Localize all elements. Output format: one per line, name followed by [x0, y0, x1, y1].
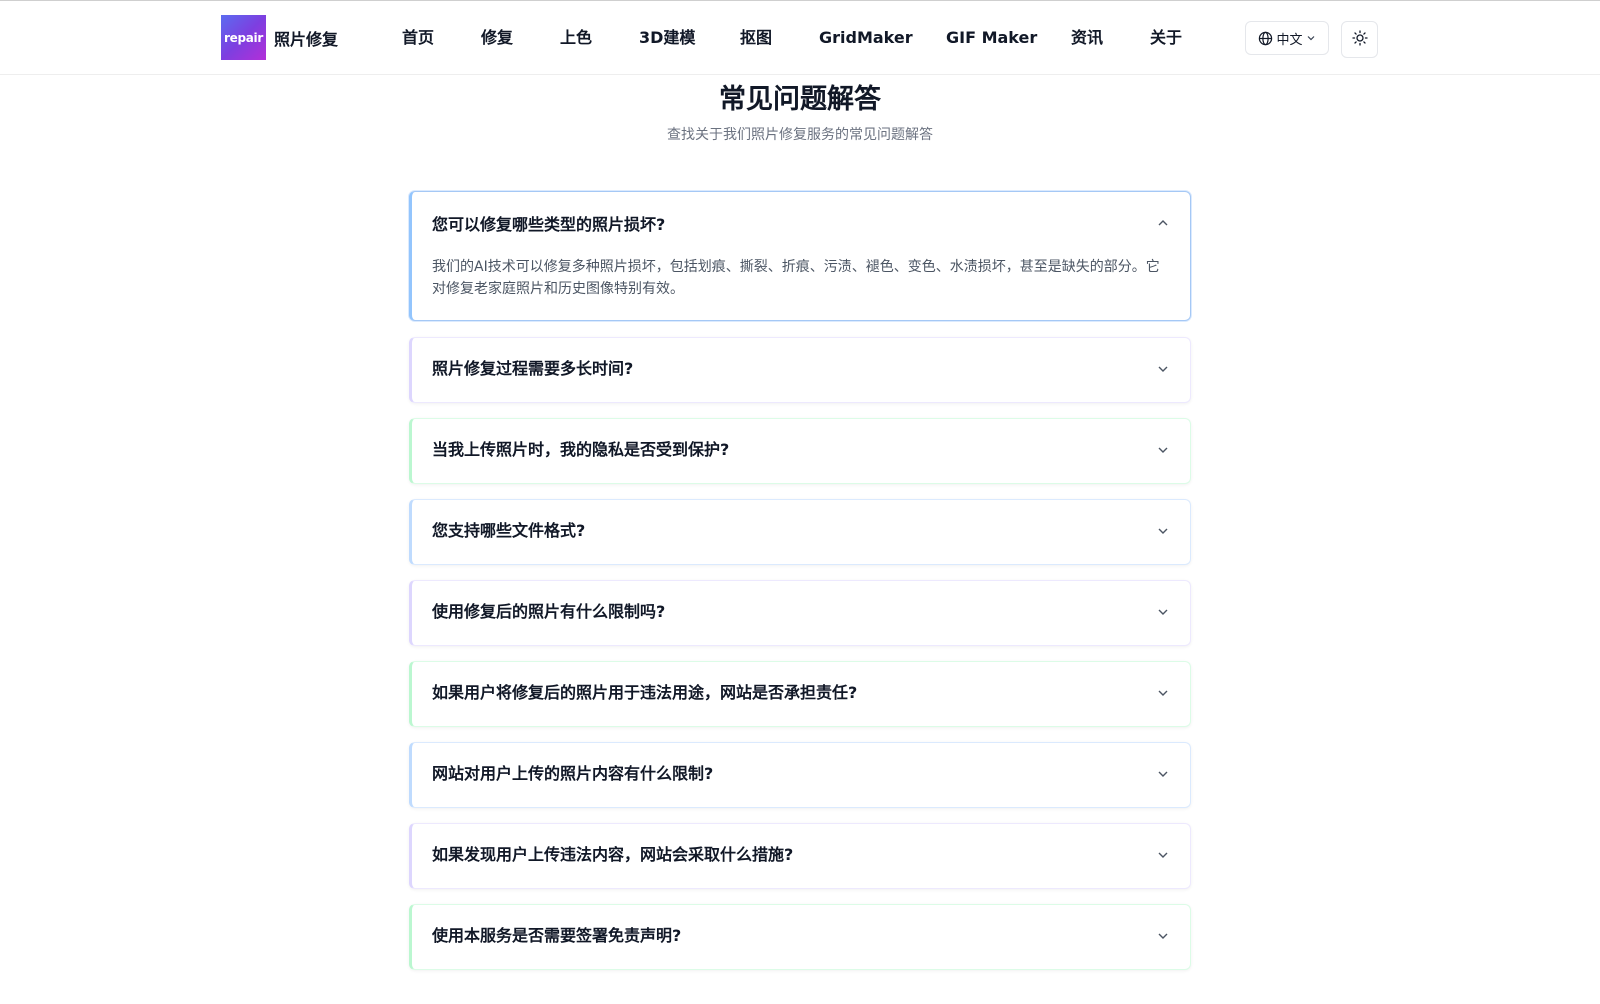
theme-toggle-button[interactable] — [1341, 21, 1378, 58]
chevron-down-icon — [1306, 33, 1316, 43]
faq-title: 常见问题解答 — [719, 84, 881, 115]
chevron-down-icon — [1158, 771, 1168, 777]
faq-subtitle: 查找关于我们照片修复服务的常见问题解答 — [667, 127, 933, 143]
nav-3d-modeling[interactable]: 3D建模 — [639, 26, 695, 50]
faq-item[interactable]: 您支持哪些文件格式? — [409, 499, 1191, 565]
faq-item[interactable]: 使用本服务是否需要签署免责声明? — [409, 904, 1191, 970]
chevron-down-icon — [1158, 933, 1168, 939]
chevron-down-icon — [1158, 690, 1168, 696]
nav-colorize[interactable]: 上色 — [560, 26, 592, 50]
chevron-down-icon — [1158, 528, 1168, 534]
chevron-down-icon — [1158, 609, 1168, 615]
nav-gridmaker[interactable]: GridMaker — [819, 26, 913, 50]
language-selector[interactable]: 中文 — [1245, 21, 1329, 55]
faq-answer: 我们的AI技术可以修复多种照片损坏，包括划痕、撕裂、折痕、污渍、褪色、变色、水渍… — [432, 259, 1160, 297]
faq-question: 如果发现用户上传违法内容，网站会采取什么措施? — [432, 845, 794, 864]
faq-question: 您可以修复哪些类型的照片损坏? — [432, 215, 666, 234]
sun-icon — [1351, 29, 1368, 50]
faq-question: 网站对用户上传的照片内容有什么限制? — [432, 764, 714, 783]
nav-news[interactable]: 资讯 — [1071, 26, 1103, 50]
faq-item[interactable]: 使用修复后的照片有什么限制吗? — [409, 580, 1191, 646]
faq-item[interactable]: 如果用户将修复后的照片用于违法用途，网站是否承担责任? — [409, 661, 1191, 727]
nav-gif-maker[interactable]: GIF Maker — [946, 26, 1037, 50]
faq-question: 照片修复过程需要多长时间? — [432, 359, 634, 378]
language-label: 中文 — [1276, 32, 1303, 48]
nav-home[interactable]: 首页 — [402, 26, 434, 50]
faq-item[interactable]: 您可以修复哪些类型的照片损坏? 我们的AI技术可以修复多种照片损坏，包括划痕、撕… — [409, 191, 1191, 321]
faq-question: 使用本服务是否需要签署免责声明? — [432, 926, 682, 945]
faq-question: 使用修复后的照片有什么限制吗? — [432, 602, 666, 621]
chevron-down-icon — [1158, 447, 1168, 453]
faq-item[interactable]: 如果发现用户上传违法内容，网站会采取什么措施? — [409, 823, 1191, 889]
chevron-up-icon — [1158, 220, 1168, 226]
faq-question: 您支持哪些文件格式? — [432, 521, 586, 540]
faq-question: 当我上传照片时，我的隐私是否受到保护? — [432, 440, 730, 459]
faq-question: 如果用户将修复后的照片用于违法用途，网站是否承担责任? — [432, 683, 858, 702]
nav-cutout[interactable]: 抠图 — [740, 26, 772, 50]
chevron-down-icon — [1158, 366, 1168, 372]
top-navbar: repair 照片修复 首页 修复 上色 3D建模 抠图 GridMaker G… — [0, 1, 1600, 75]
nav-repair[interactable]: 修复 — [481, 26, 513, 50]
brand-home-link[interactable]: repair 照片修复 — [221, 15, 338, 60]
faq-item[interactable]: 照片修复过程需要多长时间? — [409, 337, 1191, 403]
faq-item[interactable]: 当我上传照片时，我的隐私是否受到保护? — [409, 418, 1191, 484]
globe-icon — [1258, 31, 1273, 46]
brand-name: 照片修复 — [274, 29, 339, 49]
brand-logo: repair — [221, 15, 266, 60]
faq-item[interactable]: 网站对用户上传的照片内容有什么限制? — [409, 742, 1191, 808]
chevron-down-icon — [1158, 852, 1168, 858]
nav-about[interactable]: 关于 — [1150, 26, 1182, 50]
